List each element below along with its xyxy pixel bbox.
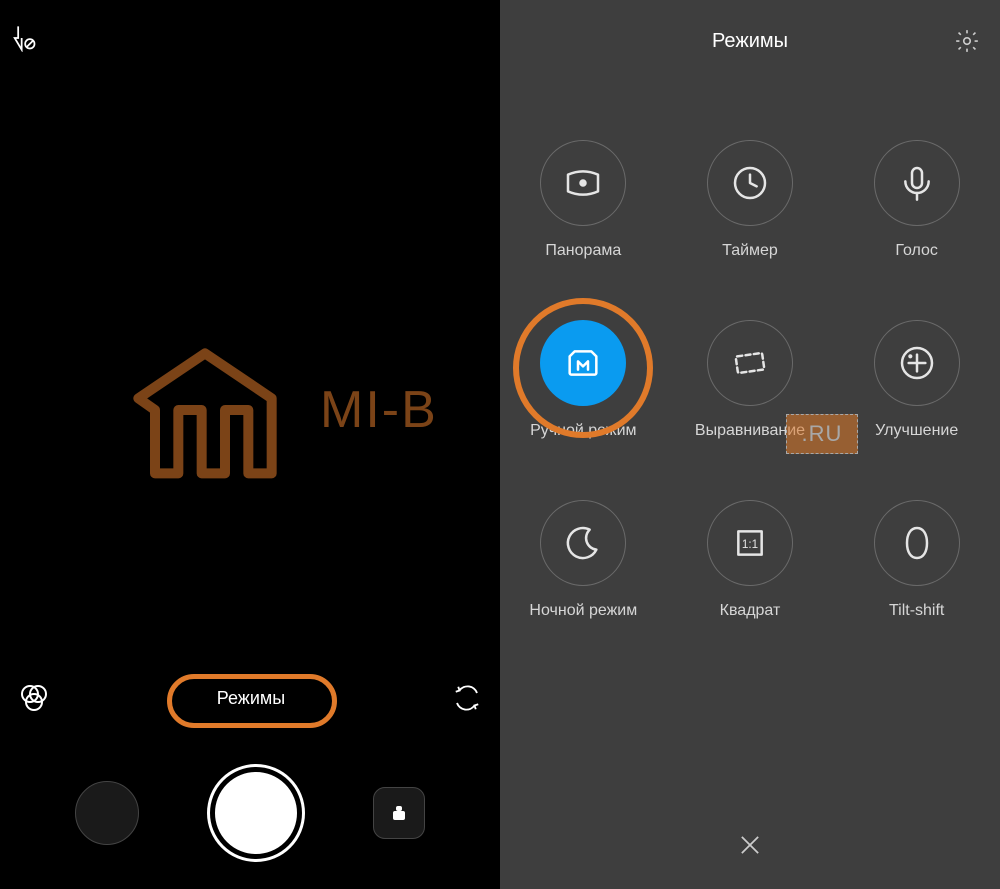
mode-label: Таймер bbox=[722, 242, 778, 260]
shutter-button[interactable] bbox=[210, 767, 302, 859]
mode-label: Ночной режим bbox=[529, 602, 637, 620]
mode-item-tiltshift[interactable]: Tilt-shift bbox=[874, 500, 960, 620]
close-button[interactable] bbox=[736, 831, 764, 859]
enhance-icon bbox=[874, 320, 960, 406]
mode-label: Голос bbox=[895, 242, 938, 260]
mode-item-night[interactable]: Ночной режим bbox=[529, 500, 637, 620]
mode-label: Tilt-shift bbox=[889, 602, 944, 620]
mode-item-manual[interactable]: Ручной режим bbox=[530, 320, 636, 440]
filters-icon[interactable] bbox=[18, 682, 50, 714]
video-mode-button[interactable] bbox=[373, 787, 425, 839]
modes-panel-title: Режимы bbox=[500, 30, 1000, 53]
mode-item-enhance[interactable]: Улучшение bbox=[874, 320, 960, 440]
settings-icon[interactable] bbox=[954, 28, 980, 54]
mode-item-timer[interactable]: Таймер bbox=[707, 140, 793, 260]
timer-icon bbox=[707, 140, 793, 226]
mode-item-voice[interactable]: Голос bbox=[874, 140, 960, 260]
camera-viewfinder-screen: MI-B Режимы bbox=[0, 0, 500, 889]
highlight-ring-icon bbox=[513, 298, 653, 438]
switch-camera-icon[interactable] bbox=[452, 683, 482, 713]
camera-mode-bar: Режимы bbox=[0, 668, 500, 728]
watermark-text: MI-B bbox=[320, 380, 438, 440]
panorama-icon bbox=[540, 140, 626, 226]
flash-off-icon[interactable] bbox=[10, 24, 38, 52]
tiltshift-icon bbox=[874, 500, 960, 586]
square-icon: 1:1 bbox=[707, 500, 793, 586]
modes-panel: Режимы ПанорамаТаймерГолосРучной режимВы… bbox=[500, 0, 1000, 889]
watermark-logo bbox=[120, 340, 290, 490]
mode-item-square[interactable]: 1:1 Квадрат bbox=[707, 500, 793, 620]
mode-label: Квадрат bbox=[720, 602, 781, 620]
gallery-thumbnail[interactable] bbox=[75, 781, 139, 845]
mode-label: Улучшение bbox=[875, 422, 958, 440]
voice-icon bbox=[874, 140, 960, 226]
watermark-ru-badge: .RU bbox=[786, 414, 858, 454]
modes-button[interactable]: Режимы bbox=[217, 688, 285, 709]
night-icon bbox=[540, 500, 626, 586]
highlight-ring-icon bbox=[167, 674, 337, 728]
camera-action-bar bbox=[0, 767, 500, 859]
mode-label: Панорама bbox=[545, 242, 621, 260]
mode-item-panorama[interactable]: Панорама bbox=[540, 140, 626, 260]
svg-text:1:1: 1:1 bbox=[742, 538, 758, 551]
straighten-icon bbox=[707, 320, 793, 406]
